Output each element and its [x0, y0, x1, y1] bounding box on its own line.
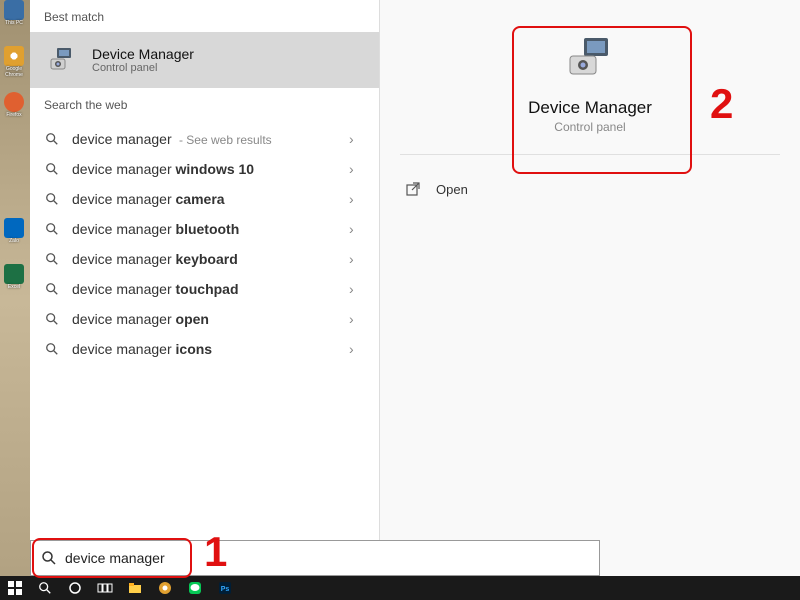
chevron-right-icon: ›: [349, 161, 365, 177]
suggestion-item[interactable]: device manager keyboard ›: [30, 244, 379, 274]
search-icon: [44, 131, 60, 147]
suggestion-text: device manager camera: [72, 191, 349, 207]
taskbar-explorer-icon[interactable]: [120, 576, 150, 600]
taskbar-chrome-icon[interactable]: [150, 576, 180, 600]
search-icon: [44, 311, 60, 327]
suggestion-text: device manager bluetooth: [72, 221, 349, 237]
open-icon: [404, 181, 422, 197]
suggestion-item[interactable]: device manager open ›: [30, 304, 379, 334]
detail-header: Device Manager Control panel: [400, 30, 780, 155]
taskbar-line-icon[interactable]: [180, 576, 210, 600]
suggestion-text: device manager icons: [72, 341, 349, 357]
section-header-search-web: Search the web: [30, 88, 379, 120]
best-match-title: Device Manager: [92, 46, 194, 62]
search-icon: [41, 550, 57, 566]
detail-action-open[interactable]: Open: [400, 171, 780, 207]
search-icon: [44, 281, 60, 297]
detail-subtitle: Control panel: [400, 120, 780, 134]
search-icon: [44, 221, 60, 237]
section-header-best-match: Best match: [30, 0, 379, 32]
detail-title: Device Manager: [400, 98, 780, 118]
suggestion-list: device manager - See web results › devic…: [30, 120, 379, 364]
search-icon: [44, 251, 60, 267]
taskbar-taskview-icon[interactable]: [90, 576, 120, 600]
suggestion-item[interactable]: device manager icons ›: [30, 334, 379, 364]
search-box-container[interactable]: [30, 540, 600, 576]
taskbar-search-icon[interactable]: [30, 576, 60, 600]
taskbar-photoshop-icon[interactable]: Ps: [210, 576, 240, 600]
detail-action-label: Open: [436, 182, 468, 197]
desktop-icon-excel[interactable]: Excel: [2, 264, 26, 304]
desktop-icon-zalo[interactable]: Zalo: [2, 218, 26, 258]
suggestion-text: device manager keyboard: [72, 251, 349, 267]
detail-device-manager-icon: [562, 30, 618, 86]
desktop-icon-thispc[interactable]: This PC: [2, 0, 26, 40]
suggestion-text: device manager - See web results: [72, 131, 349, 147]
search-icon: [44, 191, 60, 207]
taskbar: Ps: [0, 576, 800, 600]
suggestion-item[interactable]: device manager - See web results ›: [30, 124, 379, 154]
taskbar-cortana-icon[interactable]: [60, 576, 90, 600]
suggestion-item[interactable]: device manager bluetooth ›: [30, 214, 379, 244]
chevron-right-icon: ›: [349, 281, 365, 297]
desktop-icon-chrome[interactable]: Google Chrome: [2, 46, 26, 86]
best-match-item[interactable]: Device Manager Control panel: [30, 32, 379, 88]
search-input[interactable]: [65, 550, 589, 566]
suggestion-text: device manager windows 10: [72, 161, 349, 177]
svg-text:Ps: Ps: [221, 586, 230, 593]
desktop-icon-firefox[interactable]: Firefox: [2, 92, 26, 132]
search-icon: [44, 161, 60, 177]
suggestion-item[interactable]: device manager windows 10 ›: [30, 154, 379, 184]
search-results-panel: Best match Device Manager Control panel …: [30, 0, 380, 576]
chevron-right-icon: ›: [349, 251, 365, 267]
best-match-subtitle: Control panel: [92, 62, 194, 74]
chevron-right-icon: ›: [349, 341, 365, 357]
detail-panel: Device Manager Control panel Open: [380, 0, 800, 576]
search-icon: [44, 341, 60, 357]
start-button[interactable]: [0, 576, 30, 600]
suggestion-item[interactable]: device manager touchpad ›: [30, 274, 379, 304]
suggestion-item[interactable]: device manager camera ›: [30, 184, 379, 214]
chevron-right-icon: ›: [349, 311, 365, 327]
desktop-icons-column: This PC Google Chrome Firefox Zalo Excel: [2, 0, 28, 310]
chevron-right-icon: ›: [349, 221, 365, 237]
device-manager-icon: [44, 42, 80, 78]
suggestion-text: device manager touchpad: [72, 281, 349, 297]
suggestion-text: device manager open: [72, 311, 349, 327]
chevron-right-icon: ›: [349, 191, 365, 207]
chevron-right-icon: ›: [349, 131, 365, 147]
